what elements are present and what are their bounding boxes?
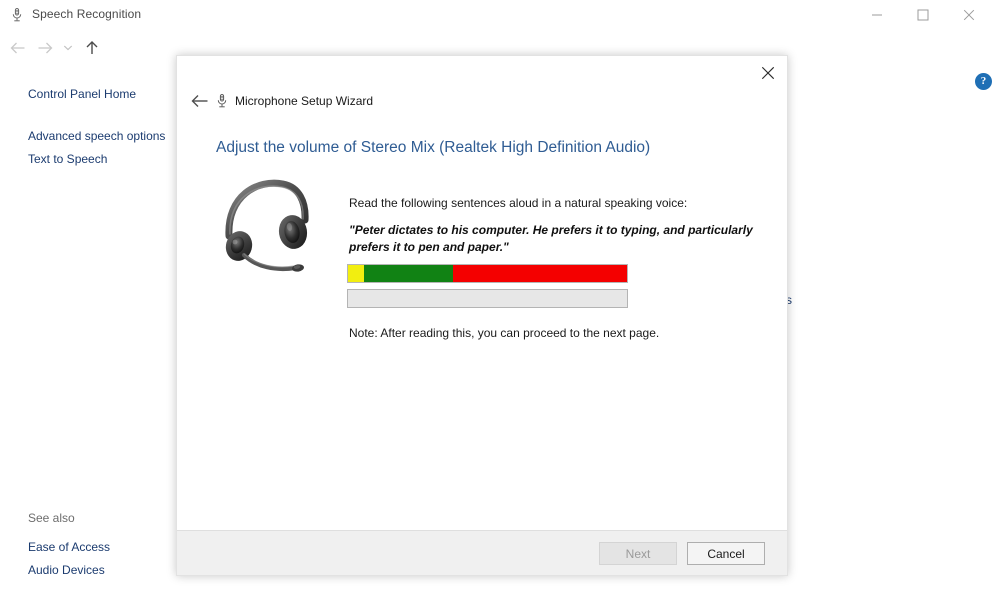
dialog-close-button[interactable] bbox=[751, 58, 785, 88]
microphone-setup-wizard-dialog: Microphone Setup Wizard Adjust the volum… bbox=[176, 55, 788, 576]
sidebar-item-ease-of-access[interactable]: Ease of Access bbox=[28, 540, 110, 554]
volume-level-progress-bar bbox=[347, 289, 628, 308]
dialog-heading: Adjust the volume of Stereo Mix (Realtek… bbox=[216, 139, 650, 157]
sidebar-item-control-panel-home[interactable]: Control Panel Home bbox=[28, 87, 136, 101]
microphone-icon bbox=[9, 7, 25, 23]
chevron-down-icon[interactable] bbox=[58, 30, 78, 66]
next-button[interactable]: Next bbox=[599, 542, 677, 565]
dialog-footer: Next Cancel bbox=[177, 530, 787, 575]
dialog-note-text: Note: After reading this, you can procee… bbox=[349, 326, 659, 340]
volume-meter-segment-high bbox=[453, 265, 627, 282]
help-button[interactable]: ? bbox=[975, 73, 992, 90]
maximize-button[interactable] bbox=[900, 0, 946, 30]
forward-arrow-icon[interactable] bbox=[32, 30, 58, 66]
dialog-prompt-sentence: "Peter dictates to his computer. He pref… bbox=[349, 222, 759, 256]
sidebar-item-audio-devices[interactable]: Audio Devices bbox=[28, 563, 105, 577]
sidebar-item-advanced-speech-options[interactable]: Advanced speech options bbox=[28, 129, 165, 143]
close-window-button[interactable] bbox=[946, 0, 992, 30]
help-icon: ? bbox=[975, 73, 992, 90]
see-also-heading: See also bbox=[28, 511, 75, 525]
sidebar-item-text-to-speech[interactable]: Text to Speech bbox=[28, 152, 107, 166]
dialog-back-button[interactable] bbox=[185, 88, 215, 114]
sidebar: Control Panel Home Advanced speech optio… bbox=[0, 66, 176, 590]
dialog-header-title: Microphone Setup Wizard bbox=[235, 94, 373, 108]
window-title-bar: Speech Recognition bbox=[0, 0, 992, 30]
back-arrow-icon[interactable] bbox=[5, 30, 31, 66]
speech-recognition-window: Speech Recognition bbox=[0, 0, 992, 590]
up-arrow-icon[interactable] bbox=[79, 30, 105, 66]
volume-meter-segment-good bbox=[364, 265, 453, 282]
microphone-icon bbox=[214, 92, 230, 110]
headset-illustration bbox=[213, 176, 325, 274]
dialog-instruction-text: Read the following sentences aloud in a … bbox=[349, 196, 687, 210]
volume-meter bbox=[347, 264, 628, 283]
window-title: Speech Recognition bbox=[32, 7, 141, 21]
cancel-button[interactable]: Cancel bbox=[687, 542, 765, 565]
minimize-button[interactable] bbox=[854, 0, 900, 30]
volume-meter-segment-low bbox=[348, 265, 364, 282]
